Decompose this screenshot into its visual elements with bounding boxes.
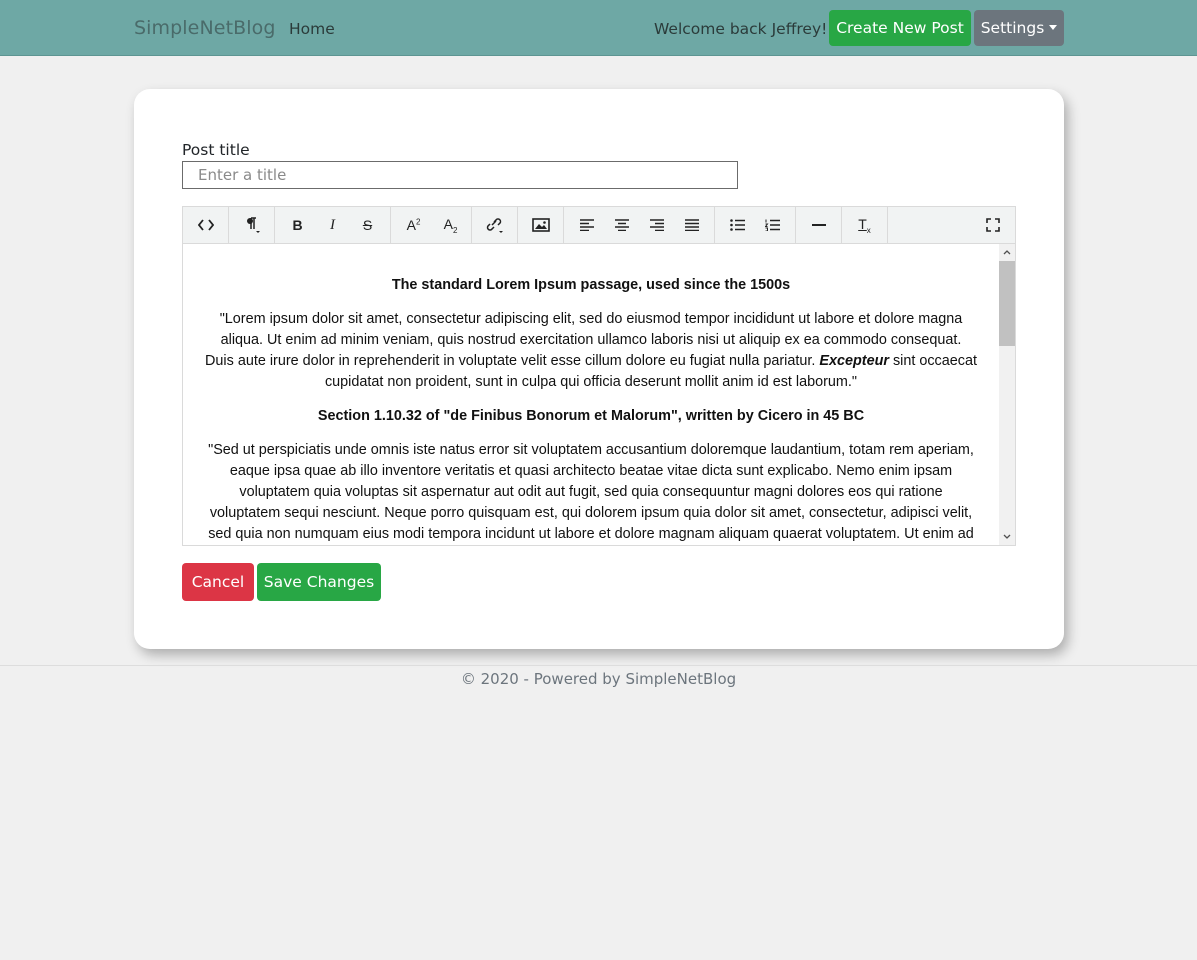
align-right-icon [649,219,664,231]
editor-scrollbar[interactable] [999,244,1015,545]
toolbar-separator [563,207,564,243]
caret-down-icon [1049,25,1058,30]
brand-logo[interactable]: SimpleNetBlog [134,17,276,39]
bullet-list-button[interactable] [720,207,755,243]
align-justify-icon [684,219,699,231]
toolbar-separator [471,207,472,243]
strikethrough-icon: S [362,217,373,233]
numbered-list-button[interactable] [755,207,790,243]
cancel-button[interactable]: Cancel [182,563,254,601]
clear-format-icon: Tx [858,215,871,235]
nav-home-link[interactable]: Home [289,20,335,38]
toolbar-separator [841,207,842,243]
subscript-button[interactable]: A2 [433,207,468,243]
scroll-down-arrow-icon[interactable] [999,529,1015,545]
settings-dropdown-button[interactable]: Settings [974,10,1064,46]
code-icon [197,219,214,231]
numbered-list-icon [765,219,780,231]
editor-content-area[interactable]: The standard Lorem Ipsum passage, used s… [183,244,999,545]
post-title-label: Post title [182,141,250,159]
editor-toolbar: B I S A2 A2 Tx [183,207,1015,244]
create-new-post-button[interactable]: Create New Post [829,10,971,46]
footer-text: © 2020 - Powered by SimpleNetBlog [460,670,737,688]
bold-button[interactable]: B [280,207,315,243]
top-navbar: SimpleNetBlog Home Welcome back Jeffrey!… [0,0,1197,56]
content-paragraph-1: "Lorem ipsum dolor sit amet, consectetur… [205,309,977,393]
horizontal-rule-icon [811,224,826,226]
italic-button[interactable]: I [315,207,350,243]
post-title-input[interactable] [182,161,738,189]
edit-post-card: Post title B I S A2 A2 [134,89,1064,649]
toolbar-separator [390,207,391,243]
paragraph-style-button[interactable] [234,207,269,243]
align-center-button[interactable] [604,207,639,243]
insert-link-button[interactable] [477,207,512,243]
content-paragraph-2: "Sed ut perspiciatis unde omnis iste nat… [208,442,974,542]
content-heading-1: The standard Lorem Ipsum passage, used s… [391,277,791,293]
bullet-list-icon [730,219,745,231]
content-heading-2: Section 1.10.32 of "de Finibus Bonorum e… [317,408,865,424]
toolbar-separator [228,207,229,243]
fullscreen-button[interactable] [975,207,1010,243]
italic-icon: I [330,216,335,233]
code-view-button[interactable] [188,207,223,243]
welcome-message: Welcome back Jeffrey! [654,20,828,38]
insert-image-button[interactable] [523,207,558,243]
scroll-up-arrow-icon[interactable] [999,244,1015,260]
scrollbar-thumb[interactable] [999,261,1015,346]
image-icon [531,218,550,232]
align-left-button[interactable] [569,207,604,243]
fullscreen-icon [985,218,1000,232]
clear-formatting-button[interactable]: Tx [847,207,882,243]
bold-icon: B [292,217,303,233]
strikethrough-button[interactable]: S [350,207,385,243]
settings-label: Settings [980,19,1045,37]
link-icon [486,218,503,233]
subscript-icon: A2 [443,215,458,235]
footer-divider [0,665,1197,666]
toolbar-separator [274,207,275,243]
toolbar-separator [887,207,888,243]
superscript-icon: A2 [406,217,421,233]
save-changes-button[interactable]: Save Changes [257,563,381,601]
toolbar-separator [795,207,796,243]
align-justify-button[interactable] [674,207,709,243]
toolbar-separator [714,207,715,243]
align-left-icon [579,219,594,231]
pilcrow-icon [246,217,260,233]
toolbar-separator [517,207,518,243]
paragraph-1-emphasis: Excepteur [819,353,889,369]
rich-text-editor: B I S A2 A2 Tx The standard Lorem Ipsum … [182,206,1016,546]
align-right-button[interactable] [639,207,674,243]
horizontal-rule-button[interactable] [801,207,836,243]
superscript-button[interactable]: A2 [396,207,431,243]
align-center-icon [614,219,629,231]
